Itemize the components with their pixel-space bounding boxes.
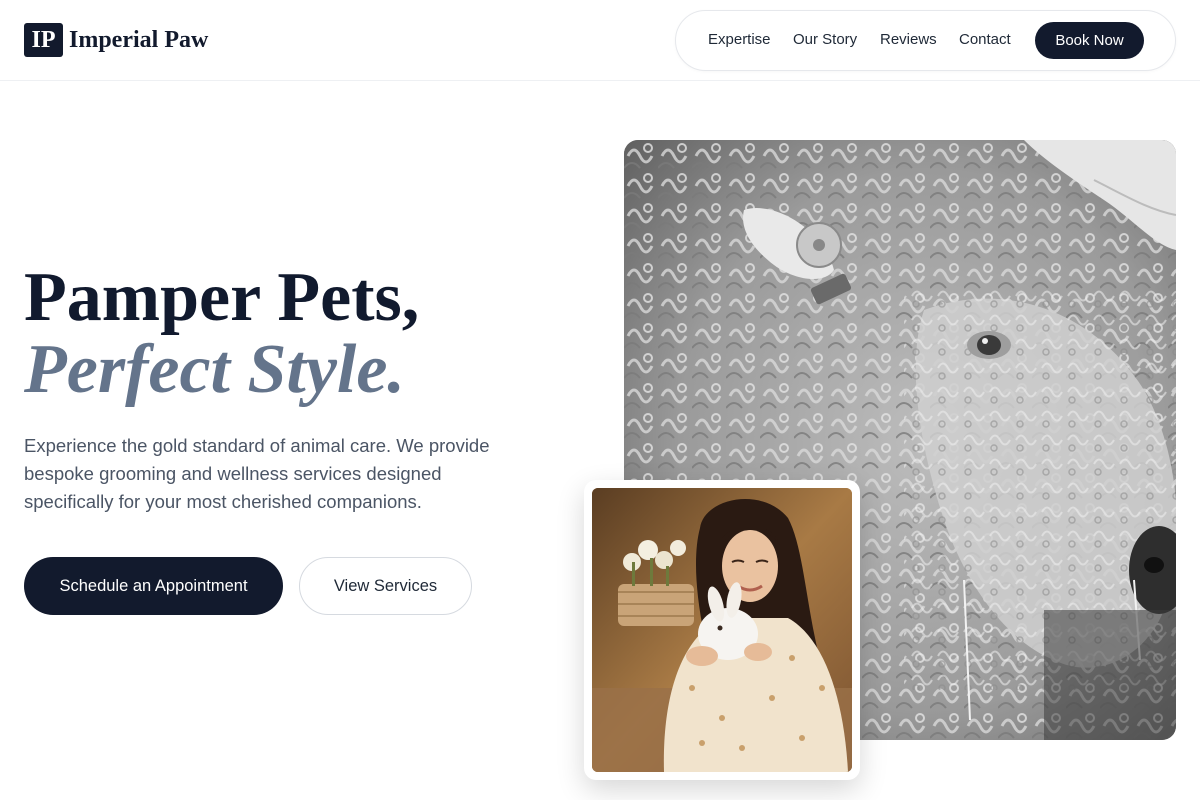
brand-monogram: IP (24, 23, 63, 57)
nav-link-reviews[interactable]: Reviews (880, 31, 937, 48)
view-services-button[interactable]: View Services (299, 557, 472, 615)
book-now-button[interactable]: Book Now (1035, 22, 1144, 59)
brand-name: Imperial Paw (69, 26, 209, 53)
nav-link-our-story[interactable]: Our Story (793, 31, 857, 48)
hero-title-line-1: Pamper Pets, (24, 259, 420, 336)
brand-logo[interactable]: IP Imperial Paw (24, 23, 208, 57)
main-nav: Expertise Our Story Reviews Contact Book… (675, 10, 1176, 71)
nav-link-expertise[interactable]: Expertise (708, 31, 771, 48)
site-header: IP Imperial Paw Expertise Our Story Revi… (0, 0, 1200, 81)
hero-description: Experience the gold standard of animal c… (24, 435, 490, 512)
nav-link-contact[interactable]: Contact (959, 31, 1011, 48)
hero-title-line-2: Perfect Style. (24, 331, 405, 408)
inset-photo-card (584, 480, 860, 780)
woman-rabbit-image (592, 488, 852, 772)
hero-title: Pamper Pets, Perfect Style. (24, 262, 419, 406)
schedule-appointment-button[interactable]: Schedule an Appointment (24, 557, 283, 615)
